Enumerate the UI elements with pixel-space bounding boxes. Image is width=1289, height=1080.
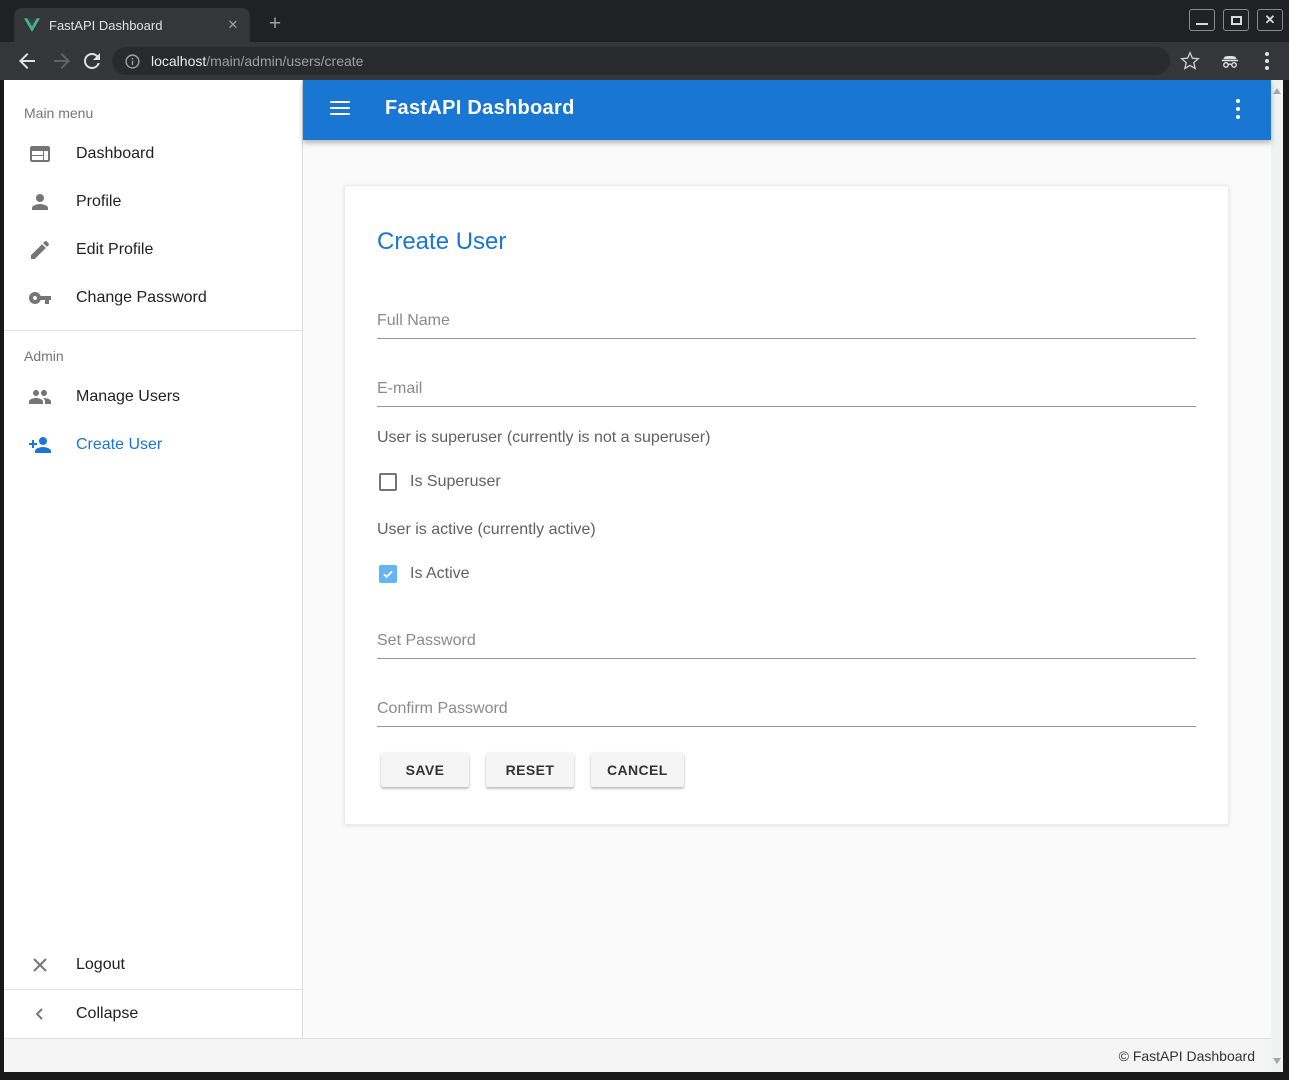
- sidebar-item-label: Edit Profile: [76, 241, 153, 259]
- browser-titlebar: FastAPI Dashboard ✕ + ✕: [0, 0, 1289, 42]
- reset-button[interactable]: RESET: [486, 753, 574, 787]
- cancel-button[interactable]: CANCEL: [591, 753, 684, 787]
- back-icon[interactable]: [15, 49, 39, 73]
- new-tab-button[interactable]: +: [262, 12, 288, 38]
- app-bar-title: FastAPI Dashboard: [385, 97, 575, 120]
- sidebar-item-change-password[interactable]: Change Password: [4, 274, 302, 322]
- sidebar-item-label: Logout: [76, 956, 125, 974]
- email-underline: [377, 406, 1196, 407]
- hamburger-menu-icon[interactable]: [330, 101, 350, 115]
- sidebar-item-label: Change Password: [76, 289, 207, 307]
- browser-tab[interactable]: FastAPI Dashboard ✕: [14, 8, 250, 42]
- sidebar-item-edit-profile[interactable]: Edit Profile: [4, 226, 302, 274]
- forward-icon[interactable]: [50, 49, 74, 73]
- browser-window: FastAPI Dashboard ✕ + ✕ localhost/main/a…: [0, 0, 1289, 1080]
- person-icon: [28, 190, 52, 214]
- scroll-down-icon[interactable]: [1273, 1058, 1281, 1064]
- full-name-field[interactable]: Full Name: [377, 312, 450, 330]
- chevron-left-icon: [28, 1002, 52, 1026]
- maximize-button[interactable]: [1223, 9, 1249, 31]
- set-password-underline: [377, 658, 1196, 659]
- sidebar-item-label: Dashboard: [76, 145, 154, 163]
- form-buttons: SAVE RESET CANCEL: [381, 753, 684, 787]
- is-superuser-checkbox[interactable]: Is Superuser: [379, 473, 501, 491]
- sidebar-item-create-user[interactable]: Create User: [4, 421, 302, 469]
- tab-title: FastAPI Dashboard: [49, 18, 224, 33]
- web-icon: [28, 142, 52, 166]
- sidebar-item-label: Create User: [76, 436, 162, 454]
- set-password-field[interactable]: Set Password: [377, 632, 476, 650]
- page-title: Create User: [377, 228, 506, 256]
- checkbox-label: Is Superuser: [410, 473, 501, 491]
- site-info-icon[interactable]: [124, 53, 141, 70]
- sidebar-item-profile[interactable]: Profile: [4, 178, 302, 226]
- app-bar-menu-icon[interactable]: [1236, 99, 1240, 119]
- page-footer: © FastAPI Dashboard: [4, 1038, 1271, 1072]
- vertical-scrollbar[interactable]: [1271, 80, 1283, 1072]
- sidebar-item-label: Collapse: [76, 1005, 138, 1023]
- key-icon: [28, 286, 52, 310]
- url-path: /main/admin/users/create: [206, 53, 363, 69]
- email-field[interactable]: E-mail: [377, 380, 422, 398]
- save-button[interactable]: SAVE: [381, 753, 469, 787]
- tab-close-icon[interactable]: ✕: [224, 16, 242, 34]
- app-bar: FastAPI Dashboard: [303, 80, 1271, 140]
- minimize-button[interactable]: [1189, 9, 1215, 31]
- sidebar-item-dashboard[interactable]: Dashboard: [4, 130, 302, 178]
- full-name-underline: [377, 338, 1196, 339]
- active-hint: User is active (currently active): [377, 521, 596, 539]
- sidebar-item-label: Manage Users: [76, 388, 180, 406]
- pencil-icon: [28, 238, 52, 262]
- page-viewport: Main menu Dashboard Profile Edit Profile…: [4, 80, 1283, 1072]
- sidebar-item-manage-users[interactable]: Manage Users: [4, 373, 302, 421]
- check-icon: [381, 567, 395, 581]
- scroll-up-icon[interactable]: [1273, 88, 1281, 94]
- checkbox-label: Is Active: [410, 565, 470, 583]
- confirm-password-field[interactable]: Confirm Password: [377, 700, 508, 718]
- url-bar[interactable]: localhost/main/admin/users/create: [112, 47, 1170, 75]
- person-add-icon: [28, 433, 52, 457]
- confirm-password-underline: [377, 726, 1196, 727]
- url-host: localhost: [151, 53, 206, 69]
- create-user-card: Create User Full Name E-mail User is sup…: [344, 185, 1229, 825]
- navigation-drawer: Main menu Dashboard Profile Edit Profile…: [4, 80, 303, 1038]
- close-icon: [28, 953, 52, 977]
- sidebar-item-collapse[interactable]: Collapse: [4, 990, 302, 1038]
- browser-toolbar: localhost/main/admin/users/create: [0, 42, 1289, 80]
- is-active-checkbox[interactable]: Is Active: [379, 565, 470, 583]
- main-content: Create User Full Name E-mail User is sup…: [303, 140, 1271, 1038]
- superuser-hint: User is superuser (currently is not a su…: [377, 429, 710, 447]
- window-controls: ✕: [1189, 9, 1283, 31]
- bookmark-star-icon[interactable]: [1180, 51, 1200, 71]
- close-window-button[interactable]: ✕: [1257, 9, 1283, 31]
- subheader-main-menu: Main menu: [4, 96, 302, 130]
- vue-favicon-icon: [24, 17, 40, 33]
- divider: [4, 330, 302, 331]
- sidebar-item-label: Profile: [76, 193, 121, 211]
- copyright-text: © FastAPI Dashboard: [1119, 1048, 1255, 1064]
- reload-icon[interactable]: [80, 49, 104, 73]
- subheader-admin: Admin: [4, 339, 302, 373]
- checkbox-box[interactable]: [379, 565, 397, 583]
- incognito-icon: [1219, 50, 1241, 72]
- browser-menu-icon[interactable]: [1265, 52, 1269, 70]
- sidebar-item-logout[interactable]: Logout: [4, 941, 302, 989]
- checkbox-box[interactable]: [379, 473, 397, 491]
- drawer-bottom: Logout Collapse: [4, 941, 302, 1038]
- url-text: localhost/main/admin/users/create: [151, 53, 363, 69]
- group-icon: [28, 385, 52, 409]
